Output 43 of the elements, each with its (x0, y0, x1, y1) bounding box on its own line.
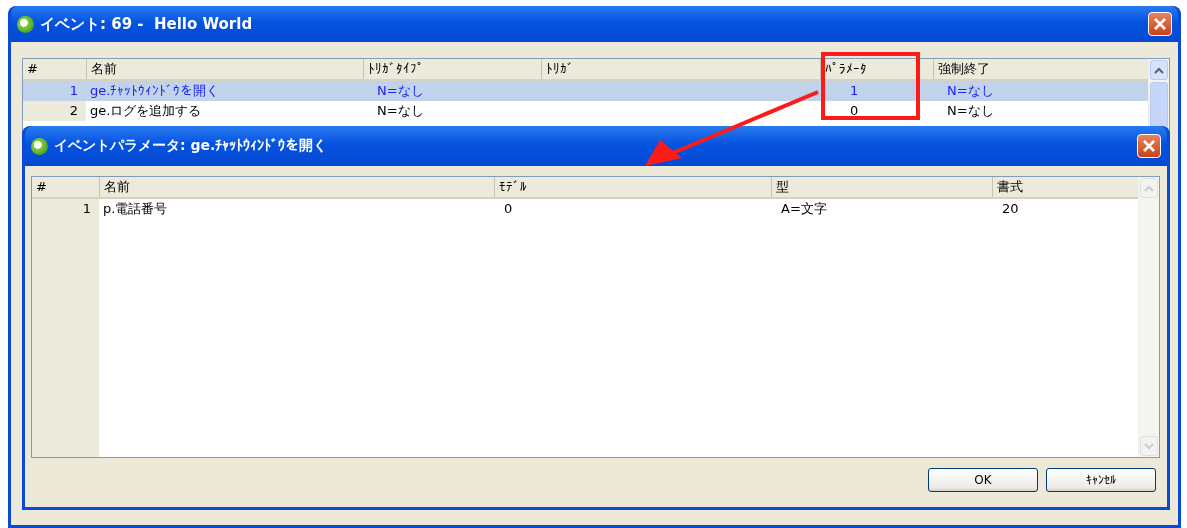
window-title: イベント: 69 - Hello World (40, 14, 254, 34)
app-icon (31, 137, 48, 155)
table-cell: 1 (850, 83, 859, 98)
scrollbar[interactable] (1138, 177, 1159, 457)
column-header[interactable]: ﾄﾘｶﾞﾀｲﾌﾟ (363, 59, 541, 79)
table-cell: 0 (504, 201, 513, 216)
table-cell: 0 (850, 103, 859, 118)
column-header[interactable]: # (32, 177, 99, 197)
column-header[interactable]: 名前 (99, 177, 494, 197)
dialog-button[interactable]: OK (928, 468, 1038, 492)
table-cell: N=なし (377, 83, 424, 98)
dialog-button[interactable]: ｷｬﾝｾﾙ (1046, 468, 1156, 492)
table-cell: p.電話番号 (103, 201, 168, 216)
table-cell: A=文字 (781, 201, 827, 216)
table-cell: N=なし (947, 83, 994, 98)
column-header[interactable]: 名前 (86, 59, 363, 79)
table-cell: 20 (1002, 201, 1019, 216)
app-icon (17, 15, 34, 33)
close-icon (1142, 139, 1156, 153)
close-button[interactable] (1137, 134, 1161, 158)
column-header[interactable]: 型 (771, 177, 992, 197)
table-cell: 1 (69, 83, 78, 98)
table-cell: N=なし (377, 103, 424, 118)
scroll-up-icon (1154, 66, 1164, 74)
table-cell: 1 (82, 201, 91, 216)
column-header[interactable]: 書式 (992, 177, 1124, 197)
column-header[interactable]: 強制終了 (933, 59, 1138, 79)
column-header[interactable]: # (23, 59, 86, 79)
table-row[interactable]: 2 ge.ログを追加する N=なし 0 N=なし (23, 101, 1148, 121)
column-header[interactable]: ﾄﾘｶﾞ (541, 59, 820, 79)
table-row[interactable]: 1 ge.ﾁｬｯﾄｳｨﾝﾄﾞｳを開く N=なし 1 N=なし (23, 81, 1148, 101)
scroll-down-icon (1144, 442, 1154, 450)
table-row[interactable]: 1 p.電話番号 0 A=文字 20 (32, 199, 1138, 219)
table-cell: ge.ﾁｬｯﾄｳｨﾝﾄﾞｳを開く (90, 83, 220, 98)
close-button[interactable] (1148, 12, 1172, 36)
table-cell: N=なし (947, 103, 994, 118)
table-cell: 2 (69, 103, 78, 118)
scroll-up-icon (1144, 184, 1154, 192)
table-cell: ge.ログを追加する (90, 103, 202, 118)
dialog-title: イベントパラメータ: ge.ﾁｬｯﾄｳｨﾝﾄﾞｳを開く (54, 137, 329, 155)
column-header[interactable]: ﾓﾃﾞﾙ (494, 177, 771, 197)
close-icon (1153, 17, 1167, 31)
column-header[interactable]: ﾊﾟﾗﾒｰﾀ (820, 59, 933, 79)
